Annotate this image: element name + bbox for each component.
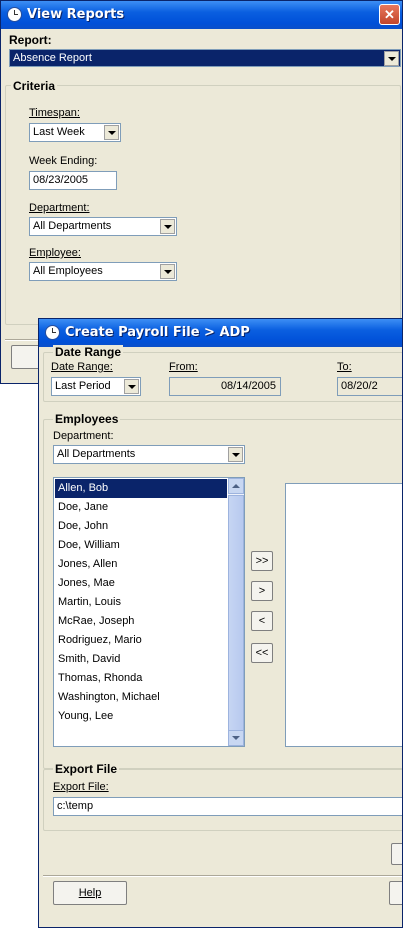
employees-group-label: Employees <box>53 412 121 426</box>
divider <box>43 875 402 877</box>
employee-select[interactable]: All Employees <box>29 262 177 281</box>
available-employees-list[interactable]: Allen, Bob Doe, Jane Doe, John Doe, Will… <box>53 477 245 747</box>
chevron-down-icon[interactable] <box>124 379 139 394</box>
timespan-label: Timespan: <box>29 107 80 119</box>
date-range-select[interactable]: Last Period <box>51 377 141 396</box>
to-label: To: <box>337 361 352 373</box>
from-value: 08/14/2005 <box>220 380 276 392</box>
list-item[interactable]: Jones, Mae <box>55 574 227 593</box>
list-item[interactable]: Jones, Allen <box>55 555 227 574</box>
department-label: Department: <box>29 202 90 214</box>
ok-button[interactable] <box>389 881 402 905</box>
clock-icon <box>7 7 22 22</box>
to-value: 08/20/2 <box>341 380 378 392</box>
to-input[interactable]: 08/20/2 <box>337 377 402 396</box>
date-range-label: Date Range: <box>51 361 113 373</box>
remove-button[interactable]: < <box>251 611 273 631</box>
chevron-down-icon[interactable] <box>160 219 175 234</box>
list-item[interactable]: Young, Lee <box>55 707 227 726</box>
week-ending-label: Week Ending: <box>29 155 98 167</box>
export-file-value: c:\temp <box>57 800 94 812</box>
list-scrollbar[interactable] <box>228 478 244 746</box>
week-ending-input[interactable]: 08/23/2005 <box>29 171 117 190</box>
employee-department-value: All Departments <box>57 448 136 460</box>
chevron-down-icon[interactable] <box>384 51 399 66</box>
view-reports-titlebar[interactable]: View Reports ✕ <box>1 1 402 29</box>
report-select[interactable]: Absence Report <box>9 49 401 67</box>
list-item[interactable]: Smith, David <box>55 650 227 669</box>
timespan-select[interactable]: Last Week <box>29 123 121 142</box>
from-label: From: <box>169 361 198 373</box>
view-reports-title: View Reports <box>27 7 125 22</box>
export-file-group-label: Export File <box>53 762 120 776</box>
report-select-value: Absence Report <box>13 52 92 64</box>
selected-employees-list[interactable] <box>285 483 402 747</box>
employee-department-label: Department: <box>53 430 114 442</box>
list-item[interactable]: Allen, Bob <box>55 479 227 498</box>
payroll-titlebar[interactable]: Create Payroll File > ADP <box>39 319 402 347</box>
scroll-up-icon[interactable] <box>228 478 244 494</box>
department-select[interactable]: All Departments <box>29 217 177 236</box>
remove-all-button[interactable]: << <box>251 643 273 663</box>
clock-icon <box>45 325 60 340</box>
scroll-down-icon[interactable] <box>228 730 244 746</box>
list-item[interactable]: Martin, Louis <box>55 593 227 612</box>
close-button[interactable]: ✕ <box>379 4 400 25</box>
browse-button[interactable] <box>391 843 402 865</box>
help-button[interactable]: Help <box>53 881 127 905</box>
list-item[interactable]: McRae, Joseph <box>55 612 227 631</box>
chevron-down-icon[interactable] <box>228 447 243 462</box>
export-file-input[interactable]: c:\temp <box>53 797 402 816</box>
criteria-label: Criteria <box>11 79 58 93</box>
scroll-thumb[interactable] <box>228 495 244 746</box>
list-item[interactable]: Thomas, Rhonda <box>55 669 227 688</box>
date-range-group-label: Date Range <box>53 345 124 359</box>
department-value: All Departments <box>33 220 112 232</box>
chevron-down-icon[interactable] <box>160 264 175 279</box>
employee-value: All Employees <box>33 265 103 277</box>
week-ending-value: 08/23/2005 <box>33 174 89 186</box>
report-label: Report: <box>9 33 52 47</box>
timespan-value: Last Week <box>33 126 85 138</box>
list-item[interactable]: Doe, Jane <box>55 498 227 517</box>
export-file-label: Export File: <box>53 781 109 793</box>
from-input[interactable]: 08/14/2005 <box>169 377 281 396</box>
add-button[interactable]: > <box>251 581 273 601</box>
list-item[interactable]: Doe, William <box>55 536 227 555</box>
employee-department-select[interactable]: All Departments <box>53 445 245 464</box>
list-item[interactable]: Rodriguez, Mario <box>55 631 227 650</box>
create-payroll-window: Create Payroll File > ADP Date Range Dat… <box>38 318 403 928</box>
list-item[interactable]: Washington, Michael <box>55 688 227 707</box>
payroll-title: Create Payroll File > ADP <box>65 325 250 340</box>
add-all-button[interactable]: >> <box>251 551 273 571</box>
employee-label: Employee: <box>29 247 81 259</box>
chevron-down-icon[interactable] <box>104 125 119 140</box>
date-range-value: Last Period <box>55 380 111 392</box>
list-item[interactable]: Doe, John <box>55 517 227 536</box>
